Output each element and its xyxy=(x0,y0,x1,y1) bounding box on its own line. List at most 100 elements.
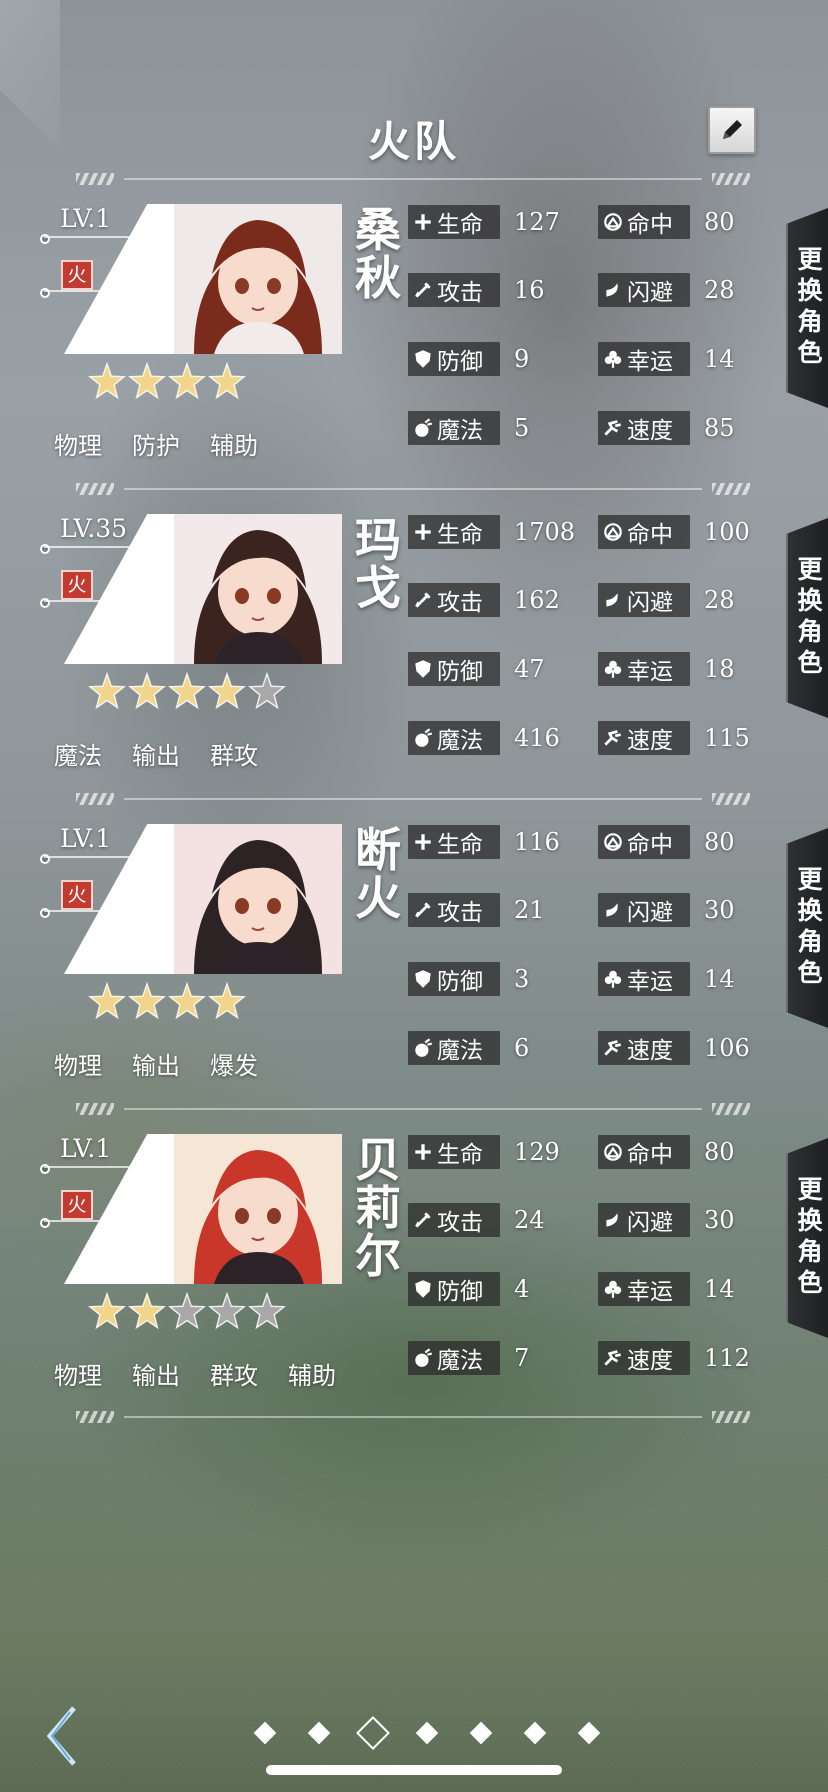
stat-spd: 速度 115 xyxy=(598,720,750,756)
dodge-icon xyxy=(606,283,618,297)
role-tag: 物理 xyxy=(54,1052,102,1080)
stat-hp: 生命 116 xyxy=(408,824,560,860)
stat-spd: 速度 85 xyxy=(598,410,735,446)
stat-value: 416 xyxy=(514,724,560,752)
stat-spd: 速度 112 xyxy=(598,1340,750,1376)
magic-pouch-icon xyxy=(415,418,433,437)
stat-value: 80 xyxy=(704,1138,735,1166)
stat-hp: 生命 127 xyxy=(408,204,560,240)
stat-value: 129 xyxy=(514,1138,560,1166)
shield-icon xyxy=(415,1280,431,1298)
character-name: 贝莉尔 xyxy=(355,1133,401,1283)
stat-luck: 幸运 14 xyxy=(598,961,735,997)
target-icon xyxy=(604,523,622,541)
star-filled-icon xyxy=(88,982,126,1020)
star-filled-icon xyxy=(88,362,126,400)
stat-label: 生命 xyxy=(437,1142,483,1168)
magic-pouch-icon xyxy=(415,1348,433,1367)
swap-character-label: 更换角色 xyxy=(794,246,823,370)
star-filled-icon xyxy=(88,1292,126,1330)
swap-character-button[interactable]: 更换角色 xyxy=(786,208,828,408)
stat-value: 24 xyxy=(514,1206,545,1234)
character-card[interactable]: LV.1 火 桑秋 物理 防护 辅助 生命 127 攻击 16 防御 9 魔法 … xyxy=(0,204,828,494)
character-card[interactable]: LV.1 火 断火 物理 输出 爆发 生命 116 攻击 21 防御 3 魔法 … xyxy=(0,824,828,1114)
page-dot[interactable] xyxy=(346,1716,400,1750)
character-card[interactable]: LV.1 火 贝莉尔 物理 输出 群攻 辅助 生命 129 攻击 24 防御 4… xyxy=(0,1134,828,1424)
stat-value: 1708 xyxy=(514,518,576,546)
back-button[interactable] xyxy=(40,1700,90,1770)
sword-icon xyxy=(415,1212,431,1228)
stat-hp: 生命 1708 xyxy=(408,514,575,550)
stat-label: 防御 xyxy=(437,349,483,375)
swap-character-button[interactable]: 更换角色 xyxy=(786,518,828,718)
role-tag: 输出 xyxy=(132,1362,180,1390)
edit-team-button[interactable] xyxy=(708,106,756,154)
character-name: 玛戈 xyxy=(355,513,401,615)
page-dot[interactable] xyxy=(508,1716,562,1750)
running-icon xyxy=(604,1350,621,1366)
stat-mag: 魔法 5 xyxy=(408,410,529,446)
stat-label: 速度 xyxy=(627,728,673,754)
stat-value: 9 xyxy=(514,345,530,373)
stat-eva: 闪避 30 xyxy=(598,892,735,928)
character-card[interactable]: LV.35 火 玛戈 魔法 输出 群攻 生命 1708 攻击 162 防御 47… xyxy=(0,514,828,804)
stat-label: 魔法 xyxy=(437,728,483,754)
page-dot[interactable] xyxy=(562,1716,616,1750)
stat-value: 116 xyxy=(514,828,560,856)
swap-character-button[interactable]: 更换角色 xyxy=(786,828,828,1028)
stat-label: 防御 xyxy=(437,1279,483,1305)
stat-label: 魔法 xyxy=(437,1348,483,1374)
chevron-left-icon xyxy=(46,1706,76,1766)
stat-value: 30 xyxy=(704,1206,735,1234)
star-filled-icon xyxy=(168,982,206,1020)
page-indicator xyxy=(238,1716,616,1750)
page-dot[interactable] xyxy=(400,1716,454,1750)
section-divider xyxy=(76,172,750,186)
target-icon xyxy=(604,833,622,851)
home-indicator[interactable] xyxy=(266,1765,562,1775)
swap-character-label: 更换角色 xyxy=(794,866,823,990)
role-tags: 物理 输出 爆发 xyxy=(54,1046,288,1081)
stat-label: 速度 xyxy=(627,1038,673,1064)
character-level: LV.1 xyxy=(60,824,112,853)
stat-value: 115 xyxy=(704,724,750,752)
page-dot[interactable] xyxy=(454,1716,508,1750)
star-filled-icon xyxy=(128,982,166,1020)
stat-luck: 幸运 18 xyxy=(598,651,735,687)
stat-value: 100 xyxy=(704,518,750,546)
role-tag: 物理 xyxy=(54,1362,102,1390)
character-portrait xyxy=(174,1134,342,1284)
stat-value: 162 xyxy=(514,586,560,614)
role-tag: 群攻 xyxy=(210,742,258,770)
stat-atk: 攻击 16 xyxy=(408,272,545,308)
stat-value: 18 xyxy=(704,655,735,683)
dodge-icon xyxy=(606,903,618,917)
star-empty-icon xyxy=(208,1292,246,1330)
stat-label: 生命 xyxy=(437,522,483,548)
target-icon xyxy=(604,213,622,231)
page-title: 火队 xyxy=(367,117,460,166)
star-empty-icon xyxy=(248,672,286,710)
stat-value: 3 xyxy=(514,965,530,993)
role-tag: 输出 xyxy=(132,742,180,770)
stat-value: 85 xyxy=(704,414,735,442)
stat-eva: 闪避 28 xyxy=(598,272,735,308)
stat-value: 14 xyxy=(704,965,735,993)
magic-pouch-icon xyxy=(415,1038,433,1057)
stat-label: 幸运 xyxy=(627,1279,673,1305)
stat-value: 80 xyxy=(704,208,735,236)
swap-character-button[interactable]: 更换角色 xyxy=(786,1138,828,1338)
element-badge: 火 xyxy=(61,260,93,290)
stat-luck: 幸运 14 xyxy=(598,1271,735,1307)
page-dot[interactable] xyxy=(238,1716,292,1750)
page-dot[interactable] xyxy=(292,1716,346,1750)
stat-label: 命中 xyxy=(627,522,673,548)
health-cross-icon xyxy=(415,1144,431,1160)
stat-value: 30 xyxy=(704,896,735,924)
running-icon xyxy=(604,420,621,436)
swap-character-label: 更换角色 xyxy=(794,556,823,680)
star-filled-icon xyxy=(168,672,206,710)
star-filled-icon xyxy=(208,982,246,1020)
star-filled-icon xyxy=(128,1292,166,1330)
star-empty-icon xyxy=(168,1292,206,1330)
